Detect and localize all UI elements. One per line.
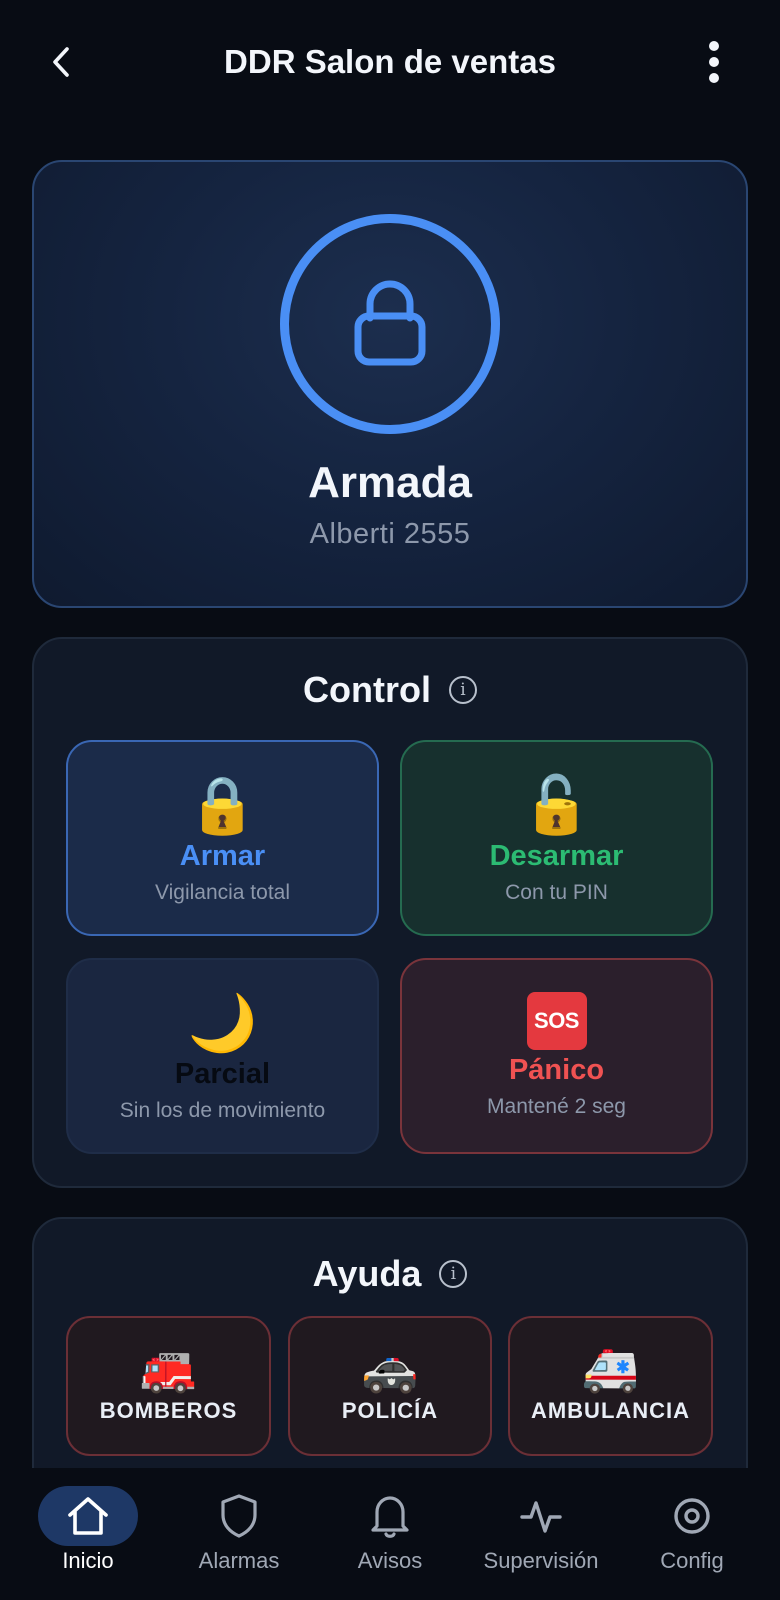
nav-label-alarmas: Alarmas: [198, 1548, 280, 1573]
shield-icon: [221, 1494, 257, 1538]
nav-item-avisos[interactable]: Avisos: [315, 1486, 465, 1586]
help-title: Ayuda: [312, 1253, 422, 1294]
bell-icon: [371, 1496, 409, 1538]
ambulance-button[interactable]: 🚑 AMBULANCIA: [508, 1316, 713, 1456]
info-icon[interactable]: i: [448, 676, 477, 704]
app-header: DDR Salon de ventas: [0, 0, 780, 126]
bottom-navigation: Inicio Alarmas Avisos Supervisión Config: [0, 1468, 780, 1600]
police-car-icon: 🚓: [361, 1342, 419, 1394]
panic-label: Pánico: [508, 1054, 605, 1086]
alarm-status-label: Armada: [308, 458, 472, 507]
nav-label-supervision: Supervisión: [483, 1548, 599, 1573]
lock-open-icon: 🔓: [521, 773, 592, 838]
partial-label: Parcial: [174, 1058, 271, 1090]
nav-item-config[interactable]: Config: [617, 1486, 767, 1586]
arm-label: Armar: [179, 840, 266, 872]
nav-item-supervision[interactable]: Supervisión: [466, 1486, 616, 1586]
police-button[interactable]: 🚓 POLICÍA: [288, 1316, 492, 1456]
nav-active-indicator: [38, 1486, 138, 1546]
chevron-left-icon: [53, 47, 69, 77]
disarm-description: Con tu PIN: [505, 881, 608, 904]
control-title: Control: [303, 669, 431, 710]
partial-description: Sin los de movimiento: [119, 1099, 326, 1122]
panic-description: Mantené 2 seg: [487, 1095, 626, 1118]
more-vertical-icon: [709, 41, 719, 83]
control-heading: Control i: [34, 669, 746, 711]
disarm-button[interactable]: 🔓 Desarmar Con tu PIN: [400, 740, 713, 936]
ambulance-label: AMBULANCIA: [530, 1398, 691, 1423]
more-options-button[interactable]: [692, 40, 736, 84]
help-heading: Ayuda i: [34, 1253, 746, 1295]
disarm-label: Desarmar: [489, 840, 624, 872]
fire-engine-icon: 🚒: [139, 1342, 198, 1394]
nav-label-avisos: Avisos: [357, 1548, 423, 1573]
lock-closed-icon: 🔒: [187, 773, 258, 838]
target-icon: [674, 1498, 710, 1534]
sos-icon: SOS: [526, 992, 587, 1050]
panic-button[interactable]: SOS Pánico Mantené 2 seg: [400, 958, 713, 1154]
home-icon: [68, 1497, 108, 1535]
nav-label-config: Config: [660, 1548, 724, 1573]
info-icon[interactable]: i: [439, 1260, 468, 1288]
nav-label-inicio: Inicio: [62, 1548, 114, 1573]
back-button[interactable]: [40, 40, 84, 84]
alarm-address: Alberti 2555: [309, 518, 471, 550]
arm-button[interactable]: 🔒 Armar Vigilancia total: [66, 740, 379, 936]
alarm-status-ring[interactable]: [280, 214, 500, 434]
activity-icon: [520, 1501, 562, 1533]
police-label: POLICÍA: [341, 1398, 439, 1423]
nav-item-alarmas[interactable]: Alarmas: [164, 1486, 314, 1586]
page-title: DDR Salon de ventas: [224, 43, 556, 80]
ambulance-icon: 🚑: [581, 1342, 640, 1394]
moon-icon: 🌙: [187, 991, 258, 1056]
lock-icon: [354, 280, 426, 366]
nav-item-inicio[interactable]: Inicio: [13, 1486, 163, 1586]
partial-arm-button[interactable]: 🌙 Parcial Sin los de movimiento: [66, 958, 379, 1154]
firefighters-label: BOMBEROS: [99, 1398, 238, 1423]
arm-description: Vigilancia total: [154, 881, 291, 904]
firefighters-button[interactable]: 🚒 BOMBEROS: [66, 1316, 271, 1456]
